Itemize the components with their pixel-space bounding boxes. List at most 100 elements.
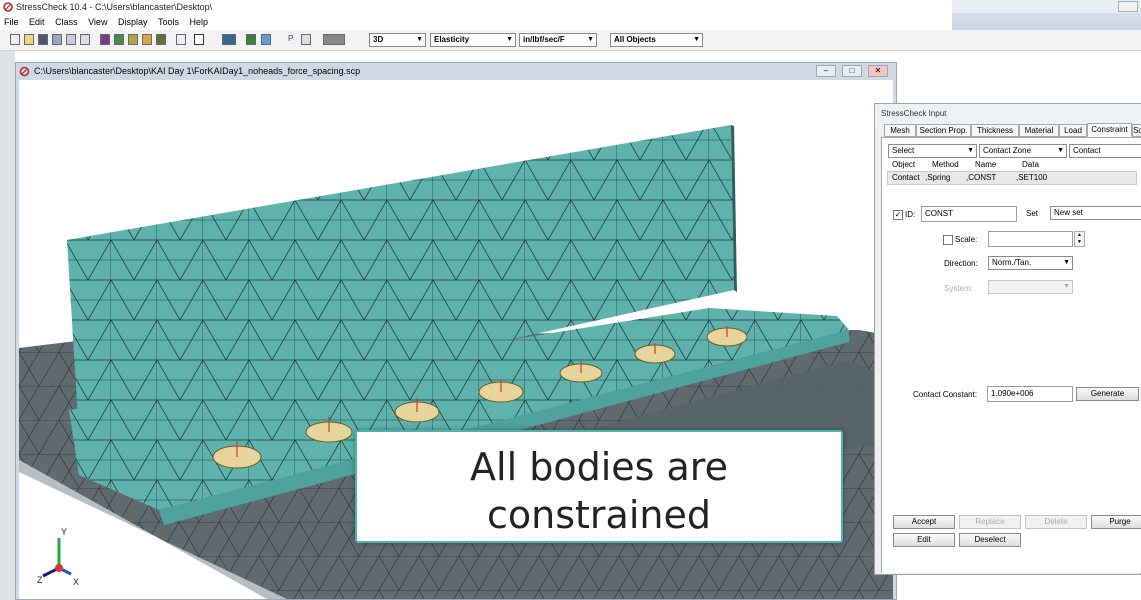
tab-so[interactable]: So — [1132, 124, 1141, 137]
constraint-tab-body — [881, 137, 1141, 573]
constraint-method-value: Contact — [1073, 146, 1101, 155]
id-input[interactable]: CONST — [921, 206, 1017, 222]
chevron-down-icon: ▼ — [967, 147, 974, 154]
input-panel-title: StressCheck Input — [875, 104, 1141, 124]
background-window-button[interactable] — [1118, 1, 1138, 12]
p-level-icon[interactable]: P — [288, 34, 298, 45]
row-object: Contact — [892, 173, 920, 182]
generate-button[interactable]: Generate — [1076, 387, 1139, 401]
stresscheck-input-panel: StressCheck Input Mesh Section Prop. Thi… — [874, 103, 1141, 575]
tab-material[interactable]: Material — [1019, 124, 1059, 137]
set-label: Set — [1026, 209, 1039, 218]
list-icon[interactable] — [156, 34, 166, 45]
hand-select-icon[interactable] — [301, 34, 311, 45]
menu-edit[interactable]: Edit — [25, 14, 49, 30]
col-data: Data — [1022, 160, 1039, 169]
scale-checkbox[interactable] — [943, 235, 953, 245]
main-toolbar: P 3D ▼ Elasticity ▼ in/lbf/sec/F ▼ All Obje… — [0, 30, 1141, 51]
video-caption: All bodies are constrained — [355, 430, 843, 543]
deselect-button[interactable]: Deselect — [959, 533, 1021, 547]
scale-input[interactable] — [988, 231, 1073, 247]
menu-file[interactable]: File — [0, 14, 23, 30]
view-mode-select[interactable]: 3D ▼ — [369, 33, 426, 47]
save-all-icon[interactable] — [52, 34, 62, 45]
axis-label-x: X — [73, 577, 79, 587]
tab-constraint[interactable]: Constraint — [1087, 123, 1132, 137]
constraint-type-value: Contact Zone — [983, 146, 1032, 155]
shade-icon[interactable] — [222, 34, 236, 45]
object-filter-value: All Objects — [614, 35, 656, 44]
row-data: ,SET100 — [1016, 173, 1048, 182]
background-window-titlebar — [952, 0, 1141, 13]
constraint-type-combo[interactable]: Contact Zone ▼ — [979, 144, 1067, 158]
edit-button[interactable]: Edit — [893, 533, 955, 547]
mesh-icon[interactable] — [114, 34, 124, 45]
model-icon[interactable] — [100, 34, 110, 45]
chevron-down-icon: ▼ — [506, 36, 513, 43]
axis-triad — [42, 538, 72, 578]
col-object: Object — [892, 160, 916, 169]
section-icon[interactable] — [246, 34, 256, 45]
chevron-down-icon: ▼ — [416, 36, 423, 43]
chevron-down-icon: ▼ — [693, 36, 700, 43]
analysis-type-value: Elasticity — [434, 35, 470, 44]
contact-constant-label: Contact Constant: — [913, 390, 978, 399]
close-button[interactable]: ✕ — [868, 65, 888, 77]
tab-load[interactable]: Load — [1059, 124, 1087, 137]
caption-line-2: constrained — [487, 493, 711, 537]
tab-thickness[interactable]: Thickness — [971, 124, 1019, 137]
menu-display[interactable]: Display — [114, 14, 152, 30]
view-mode-value: 3D — [373, 35, 384, 44]
help-pointer-icon[interactable] — [194, 34, 204, 45]
replace-button[interactable]: Replace — [959, 515, 1021, 529]
new-file-icon[interactable] — [10, 34, 20, 45]
constraint-method-combo[interactable]: Contact — [1069, 144, 1141, 158]
purge-button[interactable]: Purge — [1091, 515, 1141, 529]
menu-view[interactable]: View — [84, 14, 111, 30]
open-folder-icon[interactable] — [24, 34, 34, 45]
direction-value: Norm./Tan. — [992, 258, 1032, 267]
object-filter-select[interactable]: All Objects ▼ — [610, 33, 703, 47]
export-icon[interactable] — [66, 34, 76, 45]
maximize-button[interactable]: □ — [842, 65, 862, 77]
menu-class[interactable]: Class — [51, 14, 82, 30]
menu-bar: File Edit Class View Display Tools Help — [0, 14, 952, 30]
tab-section-prop[interactable]: Section Prop. — [916, 124, 971, 137]
plot-icon[interactable] — [261, 34, 271, 45]
id-label: ID: — [905, 210, 916, 219]
undo-icon[interactable] — [176, 34, 186, 45]
menu-tools[interactable]: Tools — [154, 14, 183, 30]
tab-mesh[interactable]: Mesh — [884, 124, 916, 137]
menu-help[interactable]: Help — [186, 14, 213, 30]
row-name: ,CONST — [966, 173, 997, 182]
analysis-type-select[interactable]: Elasticity ▼ — [430, 33, 516, 47]
chevron-down-icon: ▼ — [587, 36, 594, 43]
delete-button[interactable]: Delete — [1025, 515, 1087, 529]
display-mode-icon[interactable] — [323, 34, 345, 45]
caption-line-1: All bodies are — [470, 445, 728, 489]
row-method: ,Spring — [925, 173, 951, 182]
scale-spinner[interactable]: ▲ ▼ — [1074, 231, 1085, 247]
report-icon[interactable] — [142, 34, 152, 45]
system-label: System: — [944, 284, 973, 293]
select-combo[interactable]: Select ▼ — [888, 144, 977, 158]
accept-button[interactable]: Accept — [893, 515, 955, 529]
set-combo-value: New set — [1054, 208, 1083, 217]
minimize-button[interactable]: – — [816, 65, 836, 77]
constraint-list-row[interactable]: Contact ,Spring ,CONST ,SET100 — [887, 171, 1137, 185]
units-select[interactable]: in/lbf/sec/F ▼ — [519, 33, 597, 47]
print-icon[interactable] — [80, 34, 90, 45]
select-combo-value: Select — [892, 146, 915, 155]
save-icon[interactable] — [38, 34, 48, 45]
system-combo[interactable]: ▼ — [988, 280, 1073, 294]
set-combo[interactable]: New set — [1050, 206, 1141, 220]
results-icon[interactable] — [128, 34, 138, 45]
model-window-title: C:\Users\blancaster\Desktop\KAI Day 1\Fo… — [34, 66, 361, 76]
direction-combo[interactable]: Norm./Tan. ▼ — [988, 256, 1073, 270]
workspace-left-strip — [0, 51, 15, 600]
app-title: StressCheck 10.4 - C:\Users\blancaster\D… — [16, 2, 213, 12]
constraint-list-header: Object Method Name Data — [887, 159, 1137, 171]
id-checkbox[interactable]: ✓ — [893, 210, 903, 220]
app-titlebar: StressCheck 10.4 - C:\Users\blancaster\D… — [0, 0, 952, 14]
contact-constant-input[interactable]: 1.090e+006 — [987, 386, 1073, 402]
